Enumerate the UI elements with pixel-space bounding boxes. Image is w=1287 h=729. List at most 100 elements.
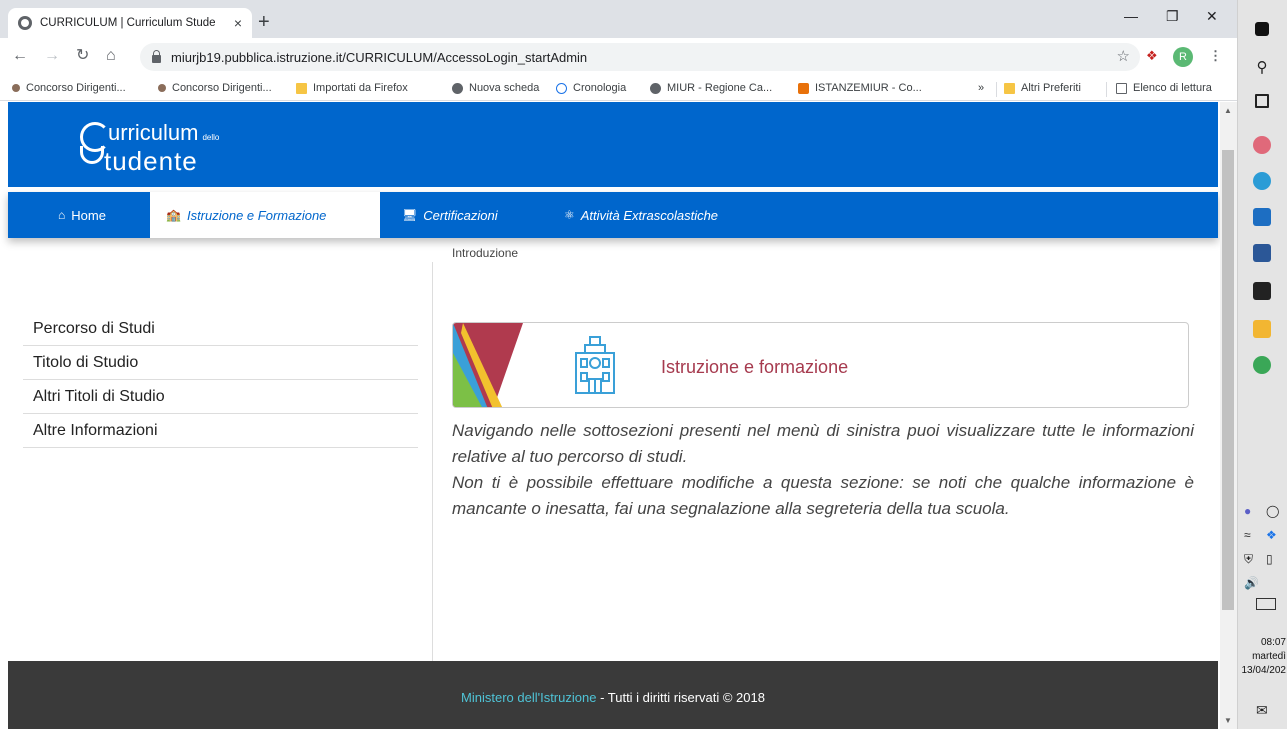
snipping-tool-icon[interactable] bbox=[1253, 136, 1271, 154]
mail-icon[interactable] bbox=[1253, 208, 1271, 226]
search-icon[interactable]: ⚲ bbox=[1253, 58, 1271, 76]
meet-tray-icon[interactable]: ◯ bbox=[1266, 504, 1279, 518]
bookmarks-divider bbox=[996, 82, 997, 97]
battery-icon[interactable]: ▯ bbox=[1266, 552, 1273, 566]
task-view-icon[interactable] bbox=[1255, 94, 1269, 108]
bookmark-label: ISTANZEMIUR - Co... bbox=[815, 82, 922, 94]
bookmark-item[interactable]: MIUR - Regione Ca... bbox=[650, 82, 772, 94]
column-divider bbox=[432, 262, 433, 672]
tab-strip: CURRICULUM | Curriculum Stude × + — ❐ ✕ bbox=[0, 0, 1237, 38]
close-window-icon[interactable]: ✕ bbox=[1206, 8, 1218, 25]
other-bookmarks-label: Altri Preferiti bbox=[1021, 82, 1081, 94]
nav-home-label: Home bbox=[71, 207, 106, 223]
folder-icon bbox=[296, 82, 307, 94]
globe-icon bbox=[452, 82, 463, 94]
globe-icon bbox=[18, 16, 32, 30]
close-tab-icon[interactable]: × bbox=[234, 15, 242, 31]
nav-attivita[interactable]: ⚛ Attività Extrascolastiche bbox=[548, 192, 734, 238]
scrollbar-thumb[interactable] bbox=[1222, 150, 1234, 610]
teams-tray-icon[interactable]: ● bbox=[1244, 504, 1251, 518]
certificate-icon: 🖥 bbox=[402, 208, 418, 222]
main-nav: ⌂ Home 🏫 Istruzione e Formazione 🖥 Certi… bbox=[8, 192, 1218, 238]
globe-icon bbox=[650, 82, 661, 94]
logo-curriculum[interactable]: urriculum dello bbox=[108, 120, 219, 146]
url-text: miurjb19.pubblica.istruzione.it/CURRICUL… bbox=[171, 49, 588, 65]
school-icon: 🏫 bbox=[166, 208, 181, 222]
other-bookmarks[interactable]: Altri Preferiti bbox=[1004, 82, 1081, 94]
profile-avatar[interactable]: R bbox=[1173, 47, 1193, 67]
sidebar-menu: Percorso di Studi Titolo di Studio Altri… bbox=[23, 312, 418, 448]
nav-certificazioni[interactable]: 🖥 Certificazioni bbox=[386, 192, 514, 238]
keyboard-icon[interactable] bbox=[1256, 598, 1276, 610]
edge-icon[interactable] bbox=[1253, 172, 1271, 190]
wifi-icon[interactable]: ≈ bbox=[1244, 528, 1251, 542]
volume-icon[interactable]: 🔊 bbox=[1244, 576, 1259, 590]
footer-copyright: - Tutti i diritti riservati © 2018 bbox=[596, 690, 765, 705]
bookmark-label: Concorso Dirigenti... bbox=[172, 82, 272, 94]
bookmark-item[interactable]: Nuova scheda bbox=[452, 82, 539, 94]
sidebar-item-titolo[interactable]: Titolo di Studio bbox=[23, 346, 418, 380]
reload-icon[interactable]: ↻ bbox=[76, 48, 89, 64]
nav-istruzione[interactable]: 🏫 Istruzione e Formazione bbox=[150, 192, 380, 238]
folder-icon bbox=[1004, 82, 1015, 94]
clock-day: martedì bbox=[1252, 651, 1286, 662]
decorative-shape bbox=[453, 323, 523, 407]
extension-icon[interactable]: ❖ bbox=[1146, 48, 1158, 64]
bookmarks-divider bbox=[1106, 82, 1107, 97]
store-icon[interactable] bbox=[1253, 282, 1271, 300]
site-footer: Ministero dell'Istruzione - Tutti i diri… bbox=[8, 661, 1218, 729]
bookmark-item[interactable]: Importati da Firefox bbox=[296, 82, 408, 94]
bookmark-item[interactable]: Concorso Dirigenti... bbox=[12, 82, 126, 94]
card-title: Istruzione e formazione bbox=[661, 357, 849, 377]
menu-icon[interactable]: ⋮ bbox=[1209, 48, 1222, 64]
minimize-icon[interactable]: — bbox=[1124, 8, 1138, 24]
istanze-icon bbox=[798, 82, 809, 94]
tab-title: CURRICULUM | Curriculum Stude bbox=[40, 17, 216, 29]
file-explorer-icon[interactable] bbox=[1253, 320, 1271, 338]
bookmark-item[interactable]: Concorso Dirigenti... bbox=[158, 82, 272, 94]
new-tab-button[interactable]: + bbox=[258, 12, 270, 32]
bookmark-item[interactable]: ISTANZEMIUR - Co... bbox=[798, 82, 922, 94]
reading-list[interactable]: Elenco di lettura bbox=[1116, 82, 1212, 94]
bookmark-label: Importati da Firefox bbox=[313, 82, 408, 94]
bookmarks-more[interactable]: » bbox=[978, 82, 984, 94]
logo-text-1: urriculum bbox=[108, 120, 199, 145]
nav-attivita-label: Attività Extrascolastiche bbox=[580, 207, 719, 223]
nav-certificazioni-label: Certificazioni bbox=[423, 207, 498, 223]
footer-link[interactable]: Ministero dell'Istruzione bbox=[461, 690, 596, 705]
word-icon[interactable] bbox=[1253, 244, 1271, 262]
chrome-icon[interactable] bbox=[1253, 356, 1271, 374]
windows-start-icon[interactable] bbox=[1255, 22, 1269, 36]
intro-text: Navigando nelle sottosezioni presenti ne… bbox=[452, 418, 1194, 522]
back-icon[interactable]: ← bbox=[12, 48, 28, 64]
home-browser-icon[interactable]: ⌂ bbox=[106, 48, 116, 64]
logo-s-shape bbox=[80, 146, 104, 164]
browser-tab[interactable]: CURRICULUM | Curriculum Stude × bbox=[8, 8, 252, 38]
bookmark-star-icon[interactable]: ☆ bbox=[1117, 47, 1130, 65]
bluetooth-icon[interactable]: ❖ bbox=[1266, 528, 1277, 542]
school-building-icon bbox=[575, 336, 615, 394]
intro-paragraph-1: Navigando nelle sottosezioni presenti ne… bbox=[452, 421, 1194, 466]
nav-home[interactable]: ⌂ Home bbox=[42, 192, 122, 238]
reading-list-label: Elenco di lettura bbox=[1133, 82, 1212, 94]
bookmark-label: MIUR - Regione Ca... bbox=[667, 82, 773, 94]
system-clock[interactable]: 08:07 martedì 13/04/202 bbox=[1238, 636, 1287, 678]
sidebar-item-altri-titoli[interactable]: Altri Titoli di Studio bbox=[23, 380, 418, 414]
logo-studente[interactable]: tudente bbox=[104, 146, 198, 177]
address-bar[interactable]: miurjb19.pubblica.istruzione.it/CURRICUL… bbox=[140, 43, 1140, 71]
concorso-icon bbox=[158, 84, 166, 92]
sidebar-item-percorso[interactable]: Percorso di Studi bbox=[23, 312, 418, 346]
scroll-down-icon[interactable]: ▼ bbox=[1224, 716, 1232, 725]
section-card: Istruzione e formazione bbox=[452, 322, 1189, 408]
notifications-icon[interactable]: ✉ bbox=[1256, 702, 1268, 719]
bookmark-label: Nuova scheda bbox=[469, 82, 540, 94]
bookmark-label: Concorso Dirigenti... bbox=[26, 82, 126, 94]
forward-icon[interactable]: → bbox=[44, 48, 60, 64]
web-page: urriculum dello tudente ⌂ Home 🏫 Istruzio… bbox=[0, 102, 1220, 729]
breadcrumb: Introduzione bbox=[452, 246, 519, 260]
security-icon[interactable]: ⛨ bbox=[1244, 552, 1253, 567]
scroll-up-icon[interactable]: ▲ bbox=[1224, 106, 1232, 115]
restore-icon[interactable]: ❐ bbox=[1166, 8, 1179, 25]
bookmark-item[interactable]: Cronologia bbox=[556, 82, 626, 94]
sidebar-item-altre-info[interactable]: Altre Informazioni bbox=[23, 414, 418, 448]
